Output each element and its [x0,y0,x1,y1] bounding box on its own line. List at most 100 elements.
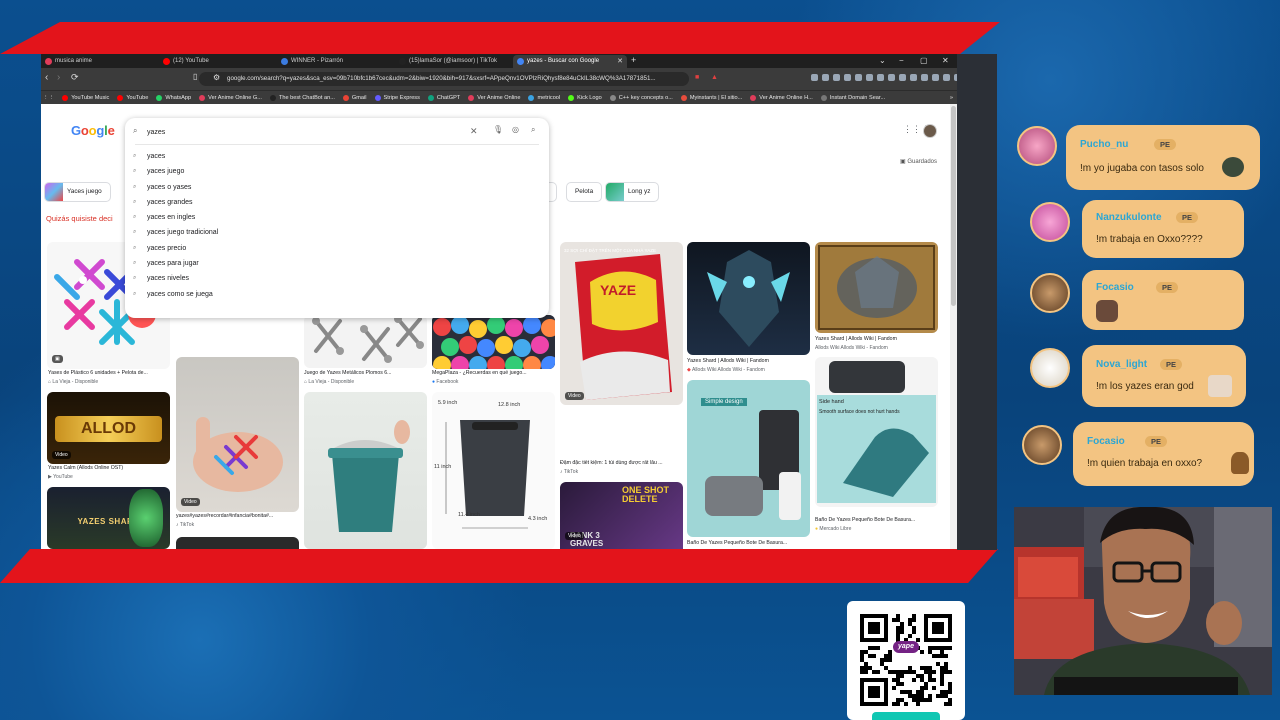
result-caption[interactable]: Yazes Shard | Allods Wiki | Fandom [815,336,937,342]
suggestion-item[interactable]: ⌕ yaces para jugar [125,256,549,271]
result-image-teal-bin[interactable]: Side hand Smooth surface does not hurt h… [815,357,938,507]
close-tab-icon[interactable]: ✕ [617,55,623,68]
extension-icon[interactable] [833,74,840,81]
result-caption[interactable]: Baño De Yazes Pequeño Bote De Basura... [815,517,937,523]
close-window-button[interactable]: ✕ [942,54,949,67]
bookmark-item[interactable]: Kick Logo [564,94,606,101]
result-caption[interactable]: MegaPlaza - ¿Recuerdas en qué juego... [432,370,554,376]
extension-icon[interactable] [811,74,818,81]
scrollbar-thumb[interactable] [951,106,956,306]
result-caption[interactable]: Đậm đặc tiết kiệm: 1 túi dùng được rất l… [560,460,682,466]
new-tab-button[interactable]: + [631,54,636,67]
result-image-hand-jacks[interactable]: Video [176,357,299,512]
apps-grid-icon[interactable]: ⋮⋮ [41,95,58,101]
result-image-trash-can-teal[interactable] [304,392,427,549]
extension-icon[interactable] [877,74,884,81]
extension-icon[interactable] [943,74,950,81]
maximize-button[interactable]: ▢ [920,54,928,67]
suggestion-item[interactable]: ⌕ yaces juego [125,164,549,179]
extension-icon[interactable] [921,74,928,81]
page-scrollbar[interactable] [950,104,957,549]
bookmark-item[interactable]: ChatGPT [424,94,464,101]
suggestion-item[interactable]: ⌕ yaces grandes [125,195,549,210]
bookmark-item[interactable]: YouTube [113,94,152,101]
tab-google-search[interactable]: yazes - Buscar con Google ✕ [513,55,627,68]
qr-code[interactable] [860,614,952,706]
extension-icon[interactable] [855,74,862,81]
extension-icon[interactable] [899,74,906,81]
spelling-suggestion[interactable]: Quizás quisiste deci [46,214,113,223]
result-image-yazes-shard-boss[interactable] [687,242,810,355]
tab-search-icon[interactable]: ⌄ [879,54,886,67]
extension-icon[interactable] [866,74,873,81]
site-info-icon[interactable]: ⚙ [213,73,220,82]
result-image-marbles[interactable] [432,315,555,369]
bookmark-item[interactable]: Ver Anime Online G... [195,94,266,101]
result-image-yazes-shard[interactable]: YAZES SHARD [47,487,170,549]
extension-icon[interactable] [888,74,895,81]
voice-search-icon[interactable]: 🎙 [493,125,503,134]
result-caption[interactable]: Baño De Yazes Pequeño Bote De Basura... [687,540,809,546]
bookmark-page-icon[interactable]: ▯ [193,72,197,81]
qr-module [868,654,872,658]
result-image-trash-can-dimensions[interactable]: 5.9 inch 12.8 inch 11 inch 11.4 inch 4.3… [432,392,555,549]
back-arrow-icon[interactable]: ‹ [45,72,48,83]
bookmark-item[interactable]: Gmail [339,94,371,101]
suggestion-item[interactable]: ⌕ yaces juego tradicional [125,225,549,240]
result-caption[interactable]: yazes#yazes#recordar#infancia#bonita#... [176,513,298,519]
bookmark-item[interactable]: Myinstants | El sitio... [677,94,746,101]
result-image-simple-design-bins[interactable]: Simple design [687,380,810,537]
chip-long-yz[interactable]: Long yz [605,182,660,202]
result-caption[interactable]: Yases de Plástico 6 unidades + Pelota de… [48,370,170,376]
result-image-graves-one-shot[interactable]: ONE SHOT DELETE RANK 3 GRAVES Video [560,482,683,549]
result-image-metal-jacks[interactable] [304,315,427,368]
suggestion-item[interactable]: ⌕ yaces [125,149,549,164]
tab-tiktok[interactable]: (15)lamaSor (@iamsoor) | TikTok [395,55,513,68]
chip-yaces-juego[interactable]: Yaces juego [44,182,111,202]
result-caption[interactable]: Juego de Yazes Metálicos Plomos 6... [304,370,426,376]
extension-icon[interactable] [822,74,829,81]
suggestion-item[interactable]: ⌕ yaces como se juega [125,287,549,302]
more-bookmarks-icon[interactable]: » [946,95,957,101]
bookmark-item[interactable]: WhatsApp [152,94,195,101]
tab-youtube[interactable]: (12) YouTube [159,55,277,68]
result-image-yazes-calm[interactable]: ALLOD Video [47,392,170,464]
reload-icon[interactable]: ⟳ [71,72,79,83]
minimize-button[interactable]: − [899,54,904,67]
extension-icon[interactable] [954,74,957,81]
submit-search-icon[interactable]: ⌕ [531,125,535,135]
result-caption[interactable]: Yazes Shard | Allods Wiki | Fandom [687,358,809,364]
extension-icon[interactable] [932,74,939,81]
extension-red-icon[interactable]: ■ [695,74,699,81]
extension-alert-icon[interactable]: ▲ [711,74,718,81]
suggestion-item[interactable]: ⌕ yaces o yases [125,180,549,195]
result-image-yazes-shard-artifact[interactable] [815,242,938,333]
suggestion-item[interactable]: ⌕ yaces niveles [125,271,549,286]
account-avatar[interactable] [923,124,937,138]
google-logo[interactable]: Google [71,123,115,138]
bookmark-item[interactable]: YouTube Music [58,94,113,101]
chip-pelota[interactable]: Pelota [566,182,603,202]
bookmark-item[interactable]: Stripe Express [371,94,424,101]
suggestion-item[interactable]: ⌕ yaces precio [125,241,549,256]
result-image-yaze-detergent[interactable]: YAZE 32 SỢI CHỈ ĐẶT TRÊN MỘT CỦA NHÀ YAZ… [560,242,683,405]
address-bar[interactable]: google.com/search?q=yazes&sca_esv=09b710… [199,72,689,86]
lens-search-icon[interactable]: ◎ [512,125,519,134]
bookmark-item[interactable]: Instant Domain Sear... [817,94,889,101]
bookmark-item[interactable]: The best ChatBot an... [266,94,339,101]
result-image-shoes[interactable] [176,537,299,549]
clear-search-icon[interactable]: ✕ [470,126,478,137]
result-caption[interactable]: Yazes Calm (Allods Online OST) [48,465,170,471]
bookmark-item[interactable]: Ver Anime Online H... [746,94,816,101]
saved-link[interactable]: ▣ Guardados [900,158,937,165]
extension-icon[interactable] [844,74,851,81]
extension-icon[interactable] [910,74,917,81]
tab-musica-anime[interactable]: musica anime [41,55,159,68]
bookmark-item[interactable]: Ver Anime Online [464,94,524,101]
search-input[interactable] [147,125,447,139]
suggestion-item[interactable]: ⌕ yaces en ingles [125,210,549,225]
forward-arrow-icon[interactable]: › [57,72,60,83]
tab-pizarron[interactable]: WINNER - Pizarrón [277,55,395,68]
bookmark-item[interactable]: metricool [524,94,564,101]
bookmark-item[interactable]: C++ key concepts o... [606,94,677,101]
